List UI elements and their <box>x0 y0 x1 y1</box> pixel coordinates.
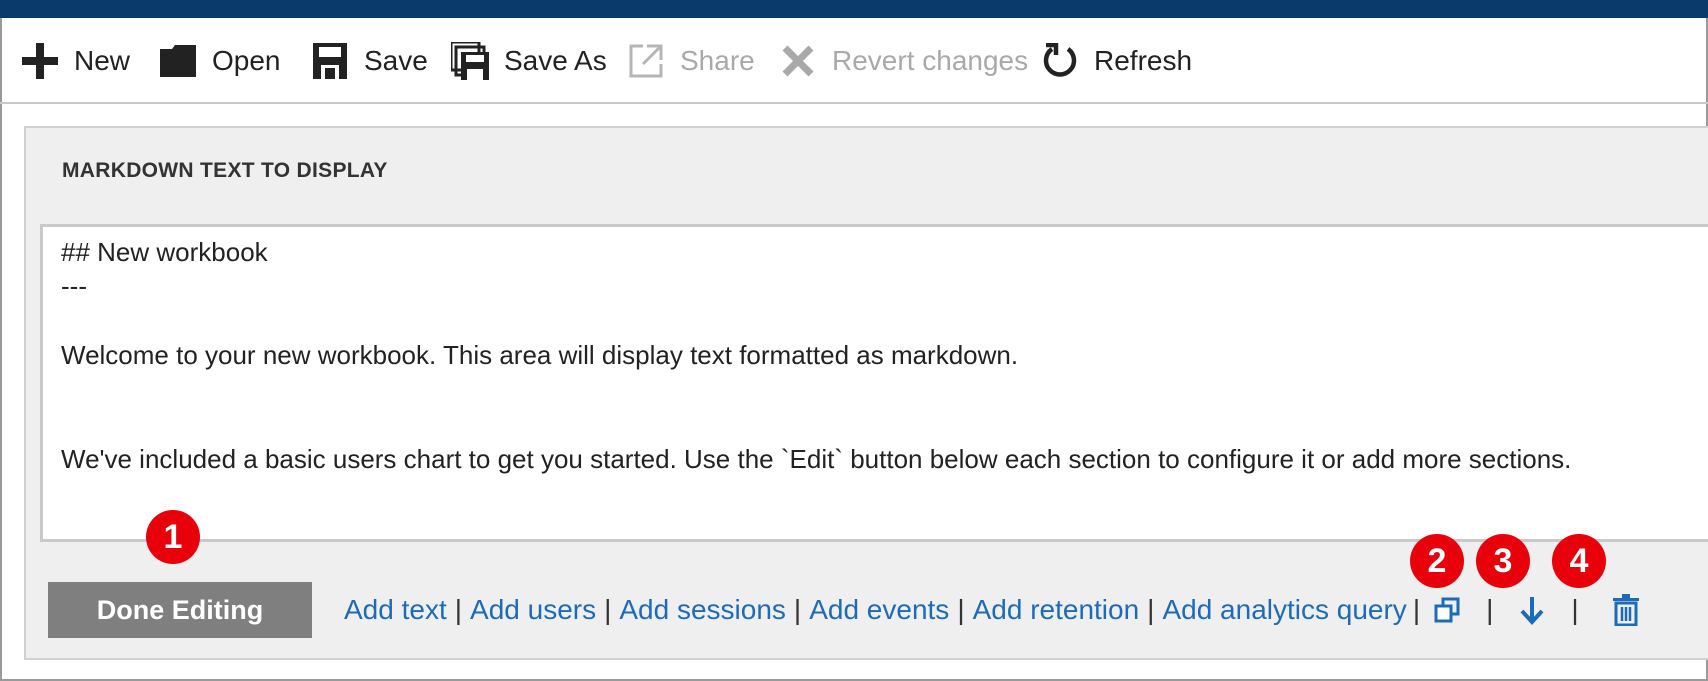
link-separator: | <box>1412 594 1421 625</box>
refresh-button-label: Refresh <box>1094 45 1193 76</box>
callout-badge-4: 4 <box>1552 534 1606 588</box>
link-separator: | <box>1486 594 1494 625</box>
editor-line: We've included a basic users chart to ge… <box>61 444 1572 474</box>
add-step-links: Add text | Add users | Add sessions | Ad… <box>344 582 1653 638</box>
callout-badge-2: 2 <box>1410 534 1464 588</box>
save-as-icon <box>450 41 490 81</box>
save-as-button[interactable]: Save As <box>450 18 607 104</box>
link-separator: | <box>1571 594 1579 625</box>
add-sessions-link[interactable]: Add sessions <box>619 594 786 626</box>
callout-badge-1: 1 <box>146 510 200 564</box>
new-button-label: New <box>74 45 131 76</box>
floppy-disk-icon <box>310 41 350 81</box>
close-x-icon <box>778 41 818 81</box>
share-button[interactable]: Share <box>626 18 755 104</box>
callout-badge-3: 3 <box>1476 534 1530 588</box>
editor-line: Welcome to your new workbook. This area … <box>61 340 1019 370</box>
open-button[interactable]: Open <box>158 18 281 104</box>
add-events-link[interactable]: Add events <box>809 594 949 626</box>
save-button[interactable]: Save <box>310 18 428 104</box>
share-button-label: Share <box>680 45 755 76</box>
folder-icon <box>158 41 198 81</box>
add-users-link[interactable]: Add users <box>470 594 596 626</box>
revert-changes-button[interactable]: Revert changes <box>778 18 1028 104</box>
refresh-button[interactable]: Refresh <box>1040 18 1192 104</box>
duplicate-icon[interactable] <box>1430 590 1464 630</box>
command-toolbar: New Open Save Save As Share Revert chang… <box>0 18 1708 104</box>
delete-trash-icon[interactable] <box>1609 590 1643 630</box>
refresh-icon <box>1040 41 1080 81</box>
share-icon <box>626 41 666 81</box>
open-button-label: Open <box>212 45 281 76</box>
add-retention-link[interactable]: Add retention <box>973 594 1140 626</box>
editor-line: --- <box>61 271 87 301</box>
link-separator: | <box>793 594 802 625</box>
link-separator: | <box>604 594 612 625</box>
link-separator: | <box>1147 594 1155 625</box>
markdown-editor[interactable]: ## New workbook --- Welcome to your new … <box>40 224 1708 542</box>
revert-changes-button-label: Revert changes <box>832 45 1029 76</box>
add-analytics-query-link[interactable]: Add analytics query <box>1162 594 1406 626</box>
link-separator: | <box>957 594 965 625</box>
move-down-arrow-icon[interactable] <box>1515 590 1549 630</box>
link-separator: | <box>454 594 463 625</box>
save-button-label: Save <box>364 45 428 76</box>
top-accent-bar <box>0 0 1708 18</box>
done-editing-button[interactable]: Done Editing <box>48 582 312 638</box>
save-as-button-label: Save As <box>504 45 607 76</box>
plus-icon <box>20 41 60 81</box>
panel-title: MARKDOWN TEXT TO DISPLAY <box>62 159 388 182</box>
editor-line: ## New workbook <box>61 237 268 267</box>
new-button[interactable]: New <box>20 18 130 104</box>
add-text-link[interactable]: Add text <box>344 594 447 626</box>
